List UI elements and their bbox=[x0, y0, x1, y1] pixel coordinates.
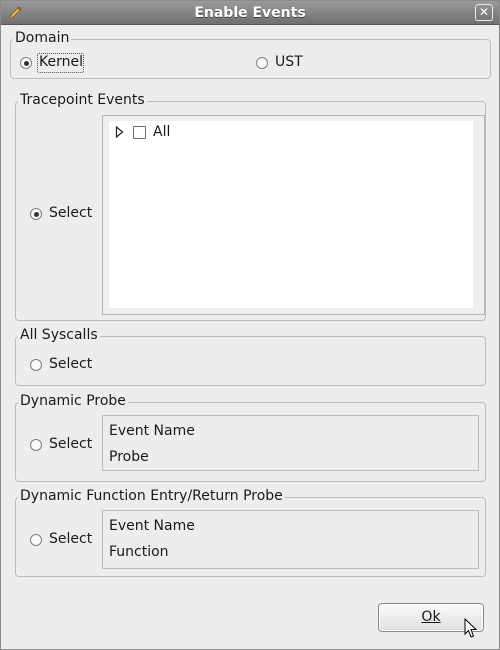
dynamic-probe-title: Dynamic Probe bbox=[18, 393, 128, 409]
dynamic-probe-fields: Event Name Probe bbox=[102, 415, 479, 471]
syscalls-select-radio[interactable] bbox=[30, 359, 42, 371]
dynamic-function-select-radio[interactable] bbox=[30, 534, 42, 546]
ust-label[interactable]: UST bbox=[275, 54, 303, 70]
syscalls-select-label[interactable]: Select bbox=[49, 356, 92, 372]
dynamic-function-select-label[interactable]: Select bbox=[49, 531, 92, 547]
tracepoint-select-radio[interactable] bbox=[30, 208, 42, 220]
ok-button-label: Ok bbox=[421, 609, 441, 625]
expand-arrow-icon[interactable] bbox=[115, 125, 124, 142]
tracepoint-events-title: Tracepoint Events bbox=[18, 92, 147, 108]
dynamic-function-title: Dynamic Function Entry/Return Probe bbox=[18, 488, 285, 504]
domain-group-title: Domain bbox=[13, 30, 72, 46]
dynamic-function-fields: Event Name Function bbox=[102, 510, 479, 569]
close-icon: ✕ bbox=[478, 5, 490, 19]
dynamic-function-event-name-label: Event Name bbox=[109, 518, 195, 534]
all-events-label[interactable]: All bbox=[153, 124, 170, 140]
ust-radio[interactable] bbox=[256, 57, 268, 69]
dynamic-function-function-label: Function bbox=[109, 544, 169, 560]
kernel-label[interactable]: Kernel bbox=[39, 54, 83, 70]
enable-events-dialog: Enable Events ✕ Domain Kernel UST Tracep… bbox=[0, 0, 500, 650]
kernel-radio[interactable] bbox=[20, 57, 32, 69]
window-title: Enable Events bbox=[194, 5, 306, 21]
mouse-cursor-icon bbox=[464, 618, 478, 638]
tracepoint-select-label[interactable]: Select bbox=[49, 205, 92, 221]
dynamic-probe-probe-label: Probe bbox=[109, 449, 149, 465]
all-syscalls-title: All Syscalls bbox=[18, 327, 100, 343]
close-button[interactable]: ✕ bbox=[475, 4, 493, 21]
title-bar[interactable]: Enable Events ✕ bbox=[1, 1, 499, 25]
dynamic-probe-select-label[interactable]: Select bbox=[49, 436, 92, 452]
all-events-checkbox[interactable] bbox=[133, 126, 146, 139]
tracepoint-tree-viewport[interactable]: All bbox=[109, 121, 473, 308]
dynamic-probe-event-name-label: Event Name bbox=[109, 423, 195, 439]
tracepoint-tree[interactable]: All bbox=[102, 115, 485, 315]
dynamic-probe-select-radio[interactable] bbox=[30, 439, 42, 451]
